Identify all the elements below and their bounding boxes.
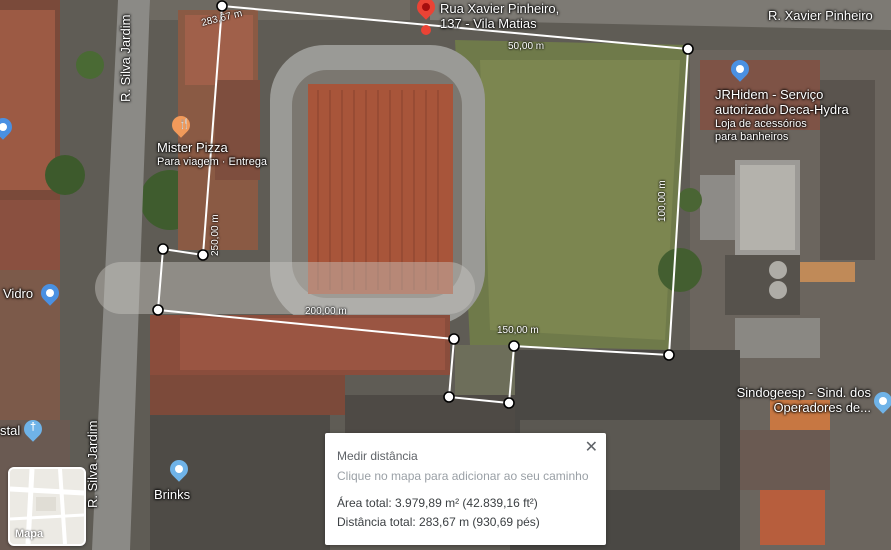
main-address-line1: Rua Xavier Pinheiro,	[440, 1, 560, 16]
measurement-label: 200,00 m	[305, 306, 347, 317]
place-jrhidem-name2: autorizado Deca-Hydra	[715, 101, 849, 117]
place-jrhidem[interactable]: JRHidem - Serviço autorizado Deca-Hydra …	[715, 87, 849, 143]
road-label-silva-jardim-top: R. Silva Jardim	[118, 14, 133, 102]
shopping-bag-icon[interactable]	[0, 114, 16, 140]
place-mister-pizza-name: Mister Pizza	[157, 140, 228, 155]
shopping-bag-icon[interactable]	[727, 56, 753, 84]
pin-marker-icon	[413, 0, 439, 20]
location-icon[interactable]	[870, 388, 891, 416]
measurement-label: 250,00 m	[210, 214, 221, 256]
measurement-label: 100,00 m	[657, 180, 668, 222]
place-jrhidem-sub1: Loja de acessórios	[715, 117, 807, 130]
map-type-toggle[interactable]: Mapa	[8, 467, 86, 546]
measurement-label: 50,00 m	[508, 41, 545, 52]
shopping-bag-icon[interactable]	[37, 280, 63, 308]
main-address-line2: 137 - Vila Matias	[440, 15, 537, 31]
close-icon[interactable]: ✕	[585, 437, 598, 457]
cross-icon[interactable]: †	[20, 416, 46, 444]
total-area: Área total: 3.979,89 m² (42.839,16 ft²)	[337, 496, 538, 510]
location-pin-icon[interactable]	[413, 0, 439, 30]
place-vidro[interactable]: Vidro	[3, 286, 33, 302]
location-icon[interactable]	[166, 456, 192, 484]
place-sindogeesp-name1: Sindogeesp - Sind. dos	[736, 385, 871, 400]
total-distance: Distância total: 283,67 m (930,69 pés)	[337, 515, 540, 529]
panel-hint: Clique no mapa para adicionar ao seu cam…	[337, 469, 589, 483]
place-jrhidem-sub2: para banheiros	[715, 130, 789, 143]
place-sindogeesp[interactable]: Sindogeesp - Sind. dos Operadores de...	[729, 385, 871, 416]
panel-title: Medir distância	[337, 449, 418, 463]
place-brinks[interactable]: Brinks	[154, 487, 190, 503]
road-label-xavier-pinheiro: R. Xavier Pinheiro	[768, 8, 873, 23]
measure-distance-panel: Medir distância Clique no mapa para adic…	[325, 433, 606, 545]
place-stal[interactable]: stal	[0, 423, 20, 439]
measurement-label: 150,00 m	[497, 325, 539, 336]
place-jrhidem-name1: JRHidem - Serviço	[715, 87, 824, 102]
place-sindogeesp-name2: Operadores de...	[773, 399, 871, 415]
main-address-label[interactable]: Rua Xavier Pinheiro, 137 - Vila Matias	[440, 1, 560, 32]
minimap-label: Mapa	[15, 528, 44, 540]
place-mister-pizza-sub: Para viagem · Entrega	[157, 155, 268, 168]
road-label-silva-jardim-bottom: R. Silva Jardim	[85, 420, 100, 508]
place-mister-pizza[interactable]: Mister Pizza Para viagem · Entrega	[157, 140, 268, 169]
restaurant-icon[interactable]: 🍴	[168, 112, 194, 140]
